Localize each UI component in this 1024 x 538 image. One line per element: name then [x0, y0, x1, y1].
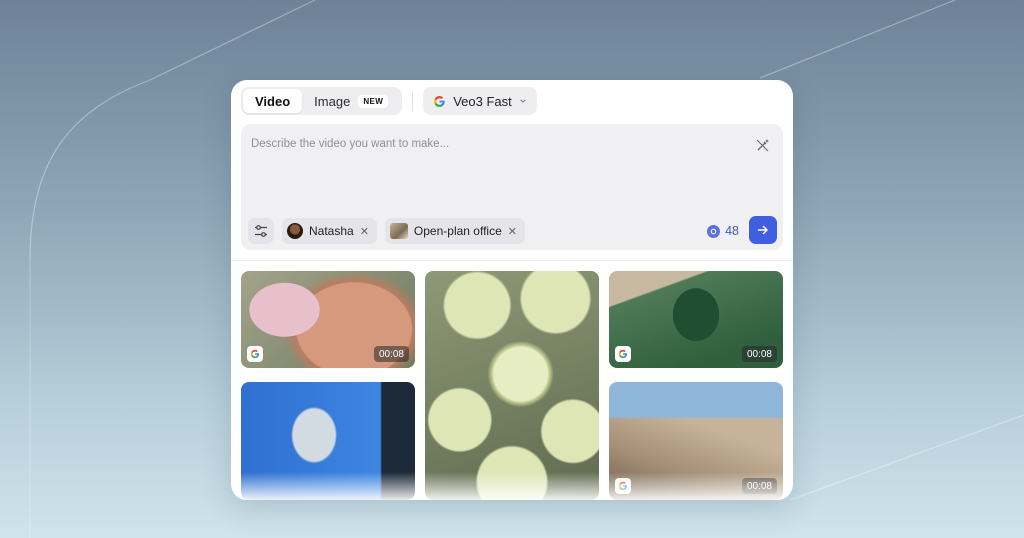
google-icon [247, 346, 263, 362]
gallery-tile[interactable]: 00:08 [241, 271, 415, 368]
duration-badge: 00:08 [742, 346, 777, 362]
gallery-tile[interactable] [425, 271, 599, 500]
video-gallery: 00:08 00:08 00:08 [241, 271, 783, 500]
avatar [287, 223, 303, 239]
google-icon [615, 478, 631, 494]
toolbar-divider [412, 91, 413, 111]
close-icon[interactable]: ✕ [508, 225, 517, 238]
close-icon[interactable]: ✕ [360, 225, 369, 238]
credits-value: 48 [725, 224, 739, 238]
arrow-right-icon [757, 224, 769, 236]
credit-icon [707, 225, 720, 238]
top-bar: Video Image NEW Veo3 Fast [241, 87, 537, 115]
sliders-icon [254, 224, 268, 238]
tab-video[interactable]: Video [243, 89, 302, 113]
new-badge: NEW [358, 95, 388, 108]
duration-badge: 00:08 [742, 478, 777, 494]
tab-image-label: Image [314, 94, 350, 109]
chevron-down-icon [519, 97, 527, 105]
prompt-box: Natasha ✕ Open-plan office ✕ 48 [241, 124, 783, 250]
model-selector[interactable]: Veo3 Fast [423, 87, 537, 115]
section-divider [231, 260, 793, 261]
gallery-tile[interactable]: 00:08 [609, 382, 783, 500]
character-chip-label: Natasha [309, 224, 354, 238]
google-icon [615, 346, 631, 362]
settings-button[interactable] [248, 218, 274, 244]
generate-button[interactable] [749, 216, 777, 244]
gallery-tile[interactable] [241, 382, 415, 500]
prompt-options: Natasha ✕ Open-plan office ✕ [248, 218, 525, 244]
tab-image[interactable]: Image NEW [302, 89, 400, 113]
location-chip-label: Open-plan office [414, 224, 502, 238]
model-label: Veo3 Fast [453, 94, 512, 109]
location-chip[interactable]: Open-plan office ✕ [385, 218, 525, 244]
credits-counter: 48 [707, 224, 739, 238]
mode-switch: Video Image NEW [241, 87, 402, 115]
google-icon [433, 95, 446, 108]
magic-wand-icon[interactable] [755, 137, 771, 153]
location-thumbnail [390, 223, 408, 239]
character-chip[interactable]: Natasha ✕ [282, 218, 377, 244]
gallery-tile[interactable]: 00:08 [609, 271, 783, 368]
prompt-input[interactable] [251, 134, 731, 154]
tab-video-label: Video [255, 94, 290, 109]
duration-badge: 00:08 [374, 346, 409, 362]
generator-panel: Video Image NEW Veo3 Fast [231, 80, 793, 500]
